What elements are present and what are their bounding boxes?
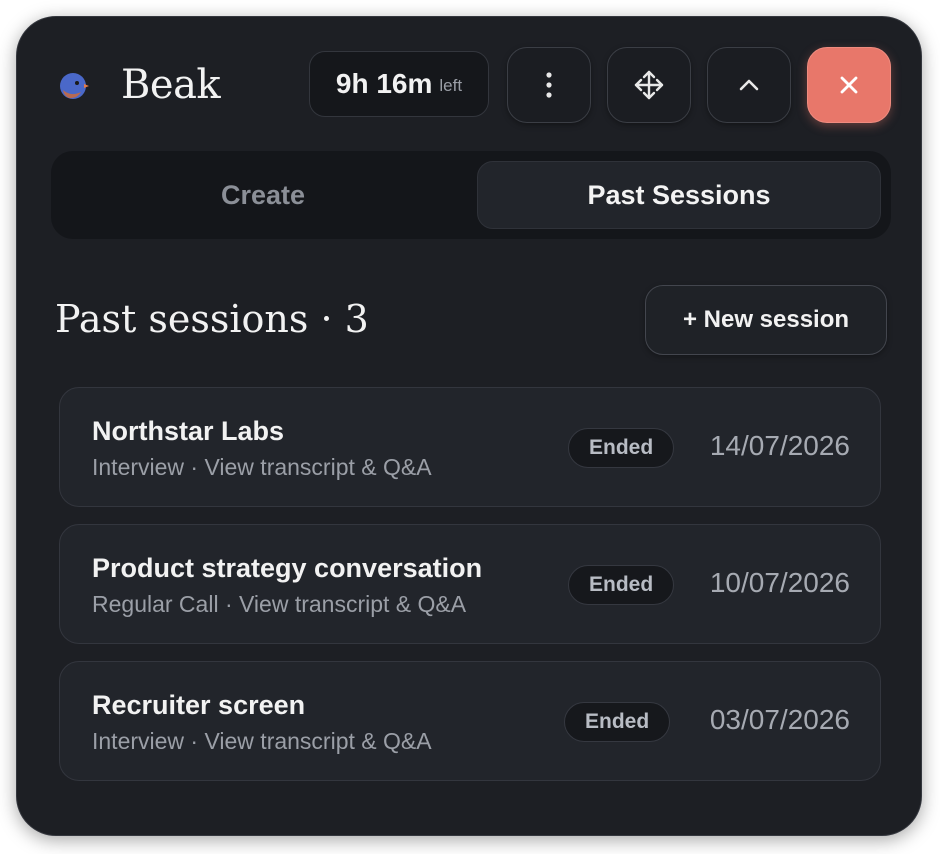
beak-window: Beak 9h 16m left Create Past Sessions Pa… — [16, 16, 922, 836]
tab-bar: Create Past Sessions — [51, 151, 891, 239]
tab-create[interactable]: Create — [61, 161, 465, 229]
session-meta[interactable]: Interview · View transcript & Q&A — [92, 454, 432, 481]
collapse-button[interactable] — [707, 47, 791, 123]
move-arrows-icon — [634, 70, 664, 100]
session-name: Product strategy conversation — [92, 553, 483, 583]
chevron-up-icon — [739, 79, 759, 91]
time-remaining-suffix: left — [439, 76, 463, 95]
session-date: 03/07/2026 — [709, 704, 850, 735]
session-name: Recruiter screen — [92, 690, 306, 720]
session-meta[interactable]: Regular Call · View transcript & Q&A — [92, 591, 466, 618]
more-options-button[interactable] — [507, 47, 591, 123]
more-vertical-icon — [546, 72, 552, 98]
session-name: Northstar Labs — [92, 416, 285, 446]
session-date: 14/07/2026 — [709, 430, 850, 461]
status-badge: Ended — [568, 565, 675, 605]
session-card[interactable]: Northstar Labs Interview · View transcri… — [59, 387, 881, 507]
session-meta[interactable]: Interview · View transcript & Q&A — [92, 728, 432, 755]
bird-logo-icon — [60, 73, 89, 99]
status-badge: Ended — [568, 428, 675, 468]
close-button[interactable] — [807, 47, 891, 123]
close-icon — [840, 76, 858, 94]
session-date: 10/07/2026 — [709, 567, 850, 598]
status-badge: Ended — [564, 702, 671, 742]
session-card[interactable]: Recruiter screen Interview · View transc… — [59, 661, 881, 781]
tab-past-sessions[interactable]: Past Sessions — [477, 161, 881, 229]
time-remaining-badge: 9h 16m left — [309, 51, 489, 117]
section-title: Past sessions · 3 — [55, 297, 369, 341]
time-remaining-value: 9h 16m — [335, 68, 433, 99]
new-session-button[interactable]: + New session — [645, 285, 887, 355]
app-title: Beak — [121, 62, 221, 108]
session-card[interactable]: Product strategy conversation Regular Ca… — [59, 524, 881, 644]
move-window-button[interactable] — [607, 47, 691, 123]
